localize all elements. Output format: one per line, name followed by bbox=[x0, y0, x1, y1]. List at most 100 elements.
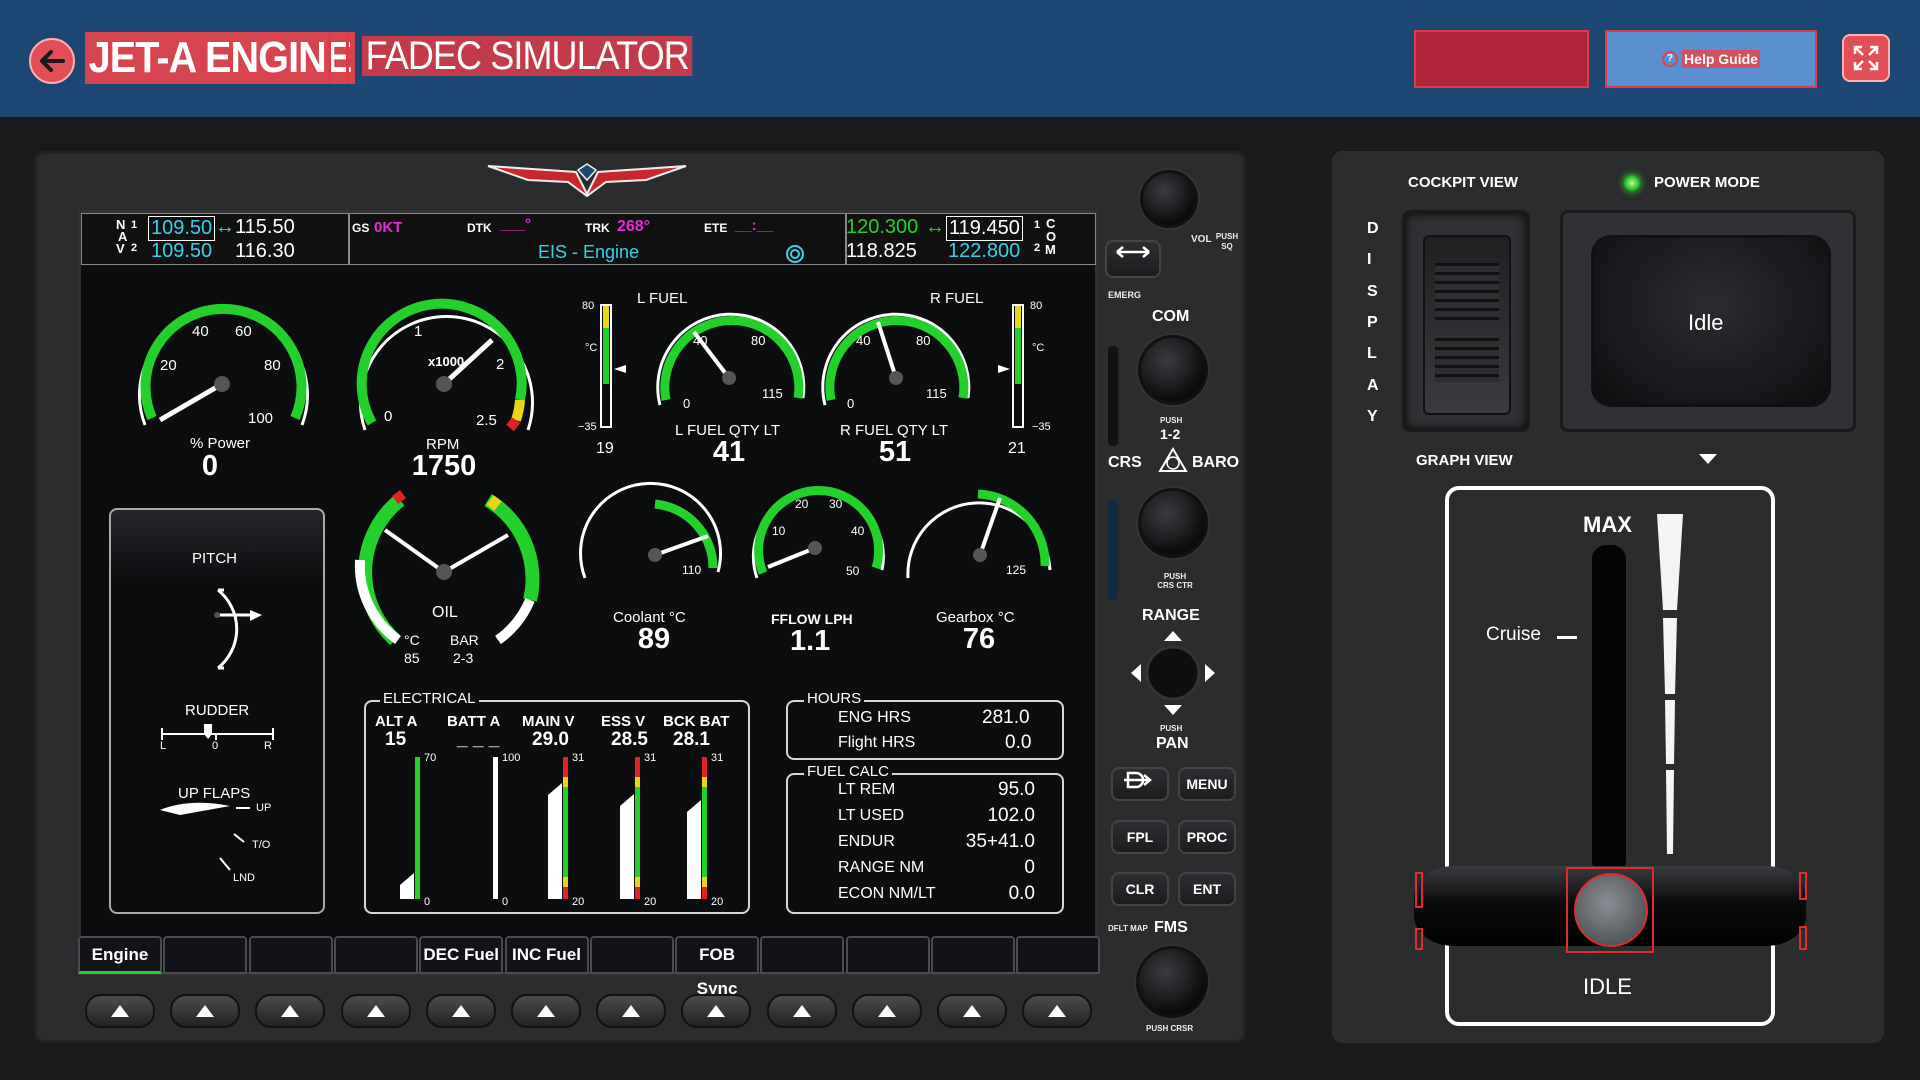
oil-temp-needle bbox=[383, 528, 446, 574]
elec-scale-max: 31 bbox=[711, 752, 724, 764]
display-letter: P bbox=[1367, 313, 1378, 331]
softkey[interactable] bbox=[931, 936, 1015, 974]
softkey[interactable] bbox=[845, 936, 930, 974]
power-tick: 100 bbox=[248, 410, 274, 427]
rfuel-tick: 115 bbox=[926, 386, 947, 401]
electrical-title: ELECTRICAL bbox=[380, 690, 479, 707]
elec-scale-min: 0 bbox=[424, 896, 431, 908]
elec-col-name: ALT A bbox=[375, 713, 418, 730]
softkey-arrow-button[interactable] bbox=[170, 994, 241, 1028]
fflow-needle bbox=[767, 546, 816, 569]
power-mode-label: POWER MODE bbox=[1654, 174, 1760, 191]
throttle-knob[interactable] bbox=[1566, 867, 1654, 953]
menu-button[interactable]: MENU bbox=[1178, 767, 1236, 801]
elec-col-value: 28.5 bbox=[611, 729, 648, 750]
pan-push-label: PUSH bbox=[1160, 724, 1183, 733]
fuel-calc-title: FUEL CALC bbox=[804, 763, 892, 780]
triangle-up-icon bbox=[111, 1005, 129, 1017]
elec-bar-gauge bbox=[476, 757, 498, 899]
lever-left-handle[interactable] bbox=[1415, 872, 1423, 908]
dflt-map-label: DFLT MAP bbox=[1108, 924, 1148, 933]
triangle-up-icon bbox=[1048, 1005, 1067, 1017]
power-tick: 40 bbox=[192, 323, 209, 340]
elec-col-name: ESS V bbox=[601, 713, 646, 730]
power-value: 0 bbox=[201, 450, 219, 482]
softkey-arrow-button[interactable] bbox=[255, 994, 326, 1028]
elec-bar-gauge bbox=[546, 757, 568, 899]
softkey[interactable]: FOB Sync bbox=[675, 936, 760, 998]
ent-button[interactable]: ENT bbox=[1178, 872, 1236, 906]
fpl-button[interactable]: FPL bbox=[1111, 820, 1169, 854]
softkey[interactable] bbox=[333, 936, 418, 974]
direct-to-button[interactable] bbox=[1111, 767, 1169, 801]
rfuel-needle bbox=[876, 321, 898, 379]
softkey-arrow-button[interactable] bbox=[1022, 994, 1093, 1028]
gearbox-needle bbox=[978, 497, 1002, 556]
oil-label: OIL bbox=[432, 604, 458, 621]
display-letter: A bbox=[1367, 376, 1379, 394]
softkey-arrow-button[interactable] bbox=[681, 994, 752, 1028]
clr-button[interactable]: CLR bbox=[1111, 872, 1169, 906]
cockpit-view-label: COCKPIT VIEW bbox=[1408, 174, 1519, 191]
fuel-calc-label: ECON NM/LT bbox=[838, 885, 936, 902]
softkey-arrow-button[interactable] bbox=[596, 994, 667, 1028]
com-knob[interactable] bbox=[1138, 335, 1208, 405]
lfuel-tick: 40 bbox=[693, 333, 708, 348]
softkey[interactable]: INC Fuel bbox=[504, 936, 589, 974]
softkey[interactable] bbox=[589, 936, 674, 974]
softkey[interactable] bbox=[760, 936, 845, 974]
rpm-tick: 2.5 bbox=[476, 412, 497, 429]
softkey-arrow-button[interactable] bbox=[937, 994, 1007, 1028]
rfuel-qty-value: 51 bbox=[878, 436, 912, 468]
softkey-arrow-button[interactable] bbox=[766, 994, 837, 1028]
elec-scale-max: 31 bbox=[572, 752, 585, 764]
fflow-tick: 10 bbox=[772, 524, 786, 538]
coolant-needle bbox=[654, 534, 709, 557]
softkey[interactable] bbox=[163, 936, 248, 974]
fuel-calc-value: 0 bbox=[1024, 857, 1035, 878]
lfuel-temp-min: −35 bbox=[578, 421, 597, 433]
lever-right-handle[interactable] bbox=[1799, 926, 1807, 950]
softkey-arrow-button[interactable] bbox=[425, 994, 496, 1028]
triangle-up-icon bbox=[707, 1005, 726, 1017]
brightness-slider[interactable] bbox=[1108, 346, 1118, 446]
softkey-arrow-button[interactable] bbox=[85, 994, 155, 1028]
range-pan-arrows[interactable] bbox=[1127, 627, 1219, 719]
chevron-down-icon[interactable] bbox=[1697, 452, 1719, 466]
display-toggle-switch[interactable] bbox=[1402, 210, 1530, 432]
crs-baro-icon bbox=[1158, 447, 1188, 472]
cruise-marker bbox=[1557, 636, 1577, 639]
fms-knob[interactable] bbox=[1136, 946, 1208, 1018]
crs-label: CRS bbox=[1108, 454, 1142, 471]
rpm-tick: 1 bbox=[414, 323, 423, 340]
power-needle bbox=[158, 381, 224, 423]
throttle-track bbox=[1592, 545, 1626, 875]
crs-push-label: PUSH CRS CTR bbox=[1157, 572, 1193, 590]
lever-left-handle[interactable] bbox=[1415, 928, 1423, 950]
emerg-swap-button[interactable] bbox=[1105, 240, 1161, 278]
elec-scale-min: 20 bbox=[644, 896, 657, 908]
power-tick: 80 bbox=[264, 357, 281, 374]
swap-arrows-icon bbox=[1116, 246, 1150, 258]
softkey-arrow-button[interactable] bbox=[511, 994, 581, 1028]
lfuel-tick: 115 bbox=[762, 386, 783, 401]
lever-right-handle[interactable] bbox=[1799, 872, 1807, 900]
proc-button[interactable]: PROC bbox=[1178, 820, 1236, 854]
elec-scale-min: 20 bbox=[572, 896, 585, 908]
elec-col-value: _ _ _ bbox=[457, 729, 500, 750]
softkey[interactable]: Engine bbox=[78, 936, 162, 974]
lfuel-temp-unit: °C bbox=[585, 342, 598, 354]
dimmer-slider[interactable] bbox=[1108, 500, 1118, 600]
softkey[interactable]: DEC Fuel bbox=[419, 936, 504, 974]
elec-col-value: 29.0 bbox=[532, 729, 569, 750]
vol-knob[interactable] bbox=[1140, 170, 1198, 228]
elec-col-name: BCK BAT bbox=[663, 713, 730, 730]
softkey-arrow-button[interactable] bbox=[851, 994, 922, 1028]
softkey[interactable] bbox=[1016, 936, 1101, 974]
crs-baro-knob[interactable] bbox=[1138, 488, 1208, 558]
rfuel-tick: 0 bbox=[847, 396, 855, 411]
pan-label: PAN bbox=[1156, 735, 1189, 752]
softkey[interactable] bbox=[248, 936, 333, 974]
softkey-arrow-button[interactable] bbox=[340, 994, 411, 1028]
pitch-label: PITCH bbox=[192, 550, 237, 567]
